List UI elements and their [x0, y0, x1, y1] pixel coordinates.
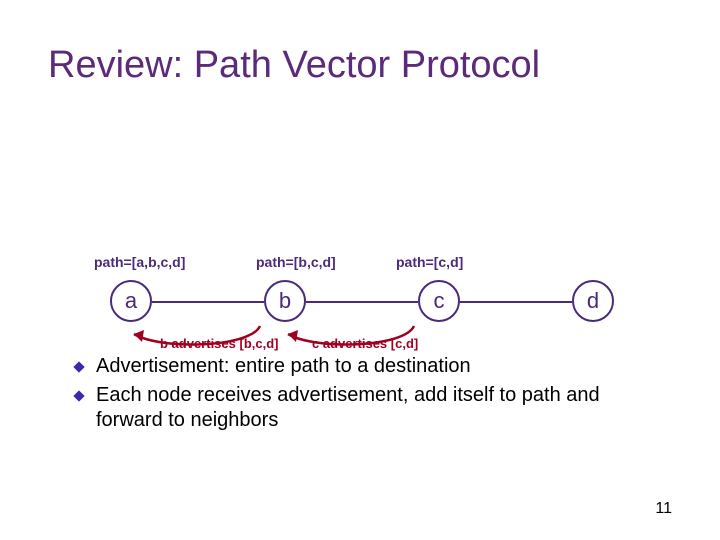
- node-d: d: [572, 280, 614, 322]
- node-b: b: [264, 280, 306, 322]
- path-label-1: path=[a,b,c,d]: [94, 254, 185, 270]
- path-label-3: path=[c,d]: [396, 254, 463, 270]
- slide-number: 11: [655, 500, 672, 518]
- diamond-bullet-icon: [70, 360, 88, 374]
- bullet-item: Each node receives advertisement, add it…: [70, 383, 670, 433]
- node-c: c: [418, 280, 460, 322]
- node-a: a: [110, 280, 152, 322]
- path-label-2: path=[b,c,d]: [256, 254, 336, 270]
- bullet-text: Each node receives advertisement, add it…: [96, 383, 670, 433]
- diamond-bullet-icon: [70, 389, 88, 403]
- edge-a-b: [152, 301, 264, 303]
- bullet-item: Advertisement: entire path to a destinat…: [70, 354, 670, 379]
- slide-title: Review: Path Vector Protocol: [48, 44, 540, 87]
- path-diagram: path=[a,b,c,d] path=[b,c,d] path=[c,d] a…: [80, 250, 640, 370]
- bullet-list: Advertisement: entire path to a destinat…: [70, 354, 670, 437]
- bullet-text: Advertisement: entire path to a destinat…: [96, 354, 471, 379]
- edge-c-d: [460, 301, 572, 303]
- edge-b-c: [306, 301, 418, 303]
- advert-label-1: b advertises [b,c,d]: [160, 336, 278, 351]
- advert-label-2: c advertises [c,d]: [312, 336, 418, 351]
